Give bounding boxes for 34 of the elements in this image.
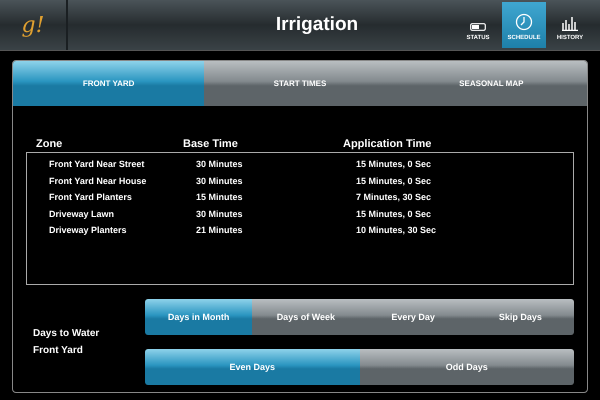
tab[interactable]: SEASONAL MAP [396, 61, 587, 106]
table-cell-text: Front Yard Near House [49, 176, 148, 186]
segment-button[interactable]: Every Day [360, 299, 467, 335]
page-title: Irrigation [274, 14, 360, 36]
segment-button[interactable]: Even Days [145, 349, 360, 385]
table-cell-text: 30 Minutes [196, 208, 244, 219]
table-cell-text: Driveway Lawn [49, 208, 116, 219]
segment-button[interactable]: Days of Week [252, 299, 360, 335]
table-cell-text: 30 Minutes [196, 176, 244, 186]
table-cell-text: 15 Minutes, 0 Sec [356, 208, 432, 219]
segment-button[interactable]: Odd Days [360, 349, 574, 385]
table-cell-text: Driveway Planters [49, 225, 128, 236]
table-cell-text: 21 Minutes [196, 225, 244, 236]
logo: g! [22, 12, 44, 38]
table-cell-text: 15 Minutes [196, 192, 244, 202]
bar-chart-icon [561, 15, 579, 31]
tab[interactable]: START TIMES [204, 61, 396, 106]
table-cell-text: 30 Minutes [196, 159, 244, 170]
column-header: Zone [36, 138, 64, 150]
clock-icon [515, 13, 533, 31]
column-header: Base Time [183, 138, 239, 150]
table-cell-text: 10 Minutes, 30 Sec [356, 225, 438, 236]
table-cell-text: Front Yard Planters [49, 192, 133, 202]
table-cell-text: 15 Minutes, 0 Sec [356, 159, 432, 170]
segment-button[interactable]: Days in Month [145, 299, 252, 335]
segment-button[interactable]: Skip Days [466, 299, 574, 335]
table-cell-text: 7 Minutes, 30 Sec [356, 192, 432, 202]
section-label: Days to Water [33, 327, 100, 341]
section-label: Front Yard [33, 344, 84, 358]
column-header: Application Time [343, 138, 432, 150]
tab[interactable]: FRONT YARD [13, 61, 204, 106]
table-cell-text: Front Yard Near Street [49, 159, 146, 170]
table-cell-text: 15 Minutes, 0 Sec [356, 176, 432, 186]
toggle-icon [470, 23, 486, 31]
